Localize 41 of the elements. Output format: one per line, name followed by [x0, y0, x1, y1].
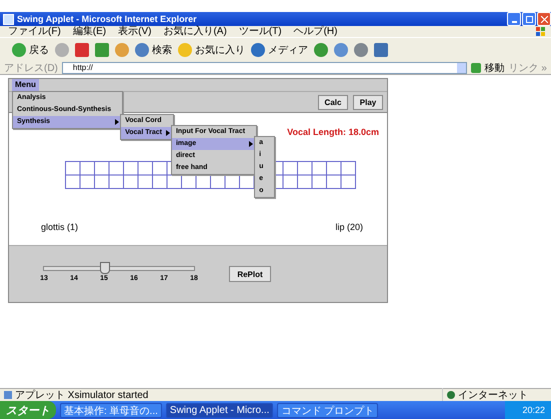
toolbar-icon[interactable] — [115, 43, 129, 57]
window-title: Swing Applet - Microsoft Internet Explorer — [17, 14, 197, 24]
toolbar-label[interactable]: 戻る — [29, 43, 49, 57]
go-button[interactable]: 移動 — [484, 61, 505, 75]
taskbar-button[interactable]: 基本操作: 単母音の... — [60, 402, 162, 418]
menu-item[interactable]: ツール(T) — [238, 26, 282, 37]
taskbar-button[interactable]: Swing Applet - Micro... — [166, 402, 274, 418]
slider-thumb[interactable] — [100, 262, 110, 274]
toolbar-icon[interactable] — [251, 43, 265, 57]
toolbar-label[interactable]: メディア — [268, 43, 308, 57]
menu-item[interactable]: ファイル(F) — [8, 26, 61, 37]
toolbar-icon[interactable] — [334, 43, 348, 57]
menu-item[interactable]: お気に入り(A) — [163, 26, 227, 37]
taskbar-button[interactable]: コマンド プロンプト — [277, 402, 378, 418]
vocal-length-text: Vocal Length: 18.0cm — [287, 127, 379, 137]
address-label: アドレス(D) — [4, 62, 58, 75]
lip-label: lip (20) — [335, 222, 363, 232]
toolbar-icon[interactable] — [314, 43, 328, 57]
menu-item[interactable]: ヘルプ(H) — [294, 26, 338, 37]
toolbar-label[interactable]: お気に入り — [195, 43, 245, 57]
toolbar-icon[interactable] — [55, 43, 69, 57]
zone-text: インターネット — [458, 389, 528, 402]
close-icon[interactable] — [537, 12, 551, 26]
menu-item[interactable]: 表示(V) — [118, 26, 152, 37]
toolbar-icon[interactable] — [354, 43, 368, 57]
clock-text: 20:22 — [522, 405, 545, 415]
toolbar-label[interactable]: 検索 — [152, 43, 172, 57]
address-field[interactable]: http:// — [62, 62, 467, 74]
restore-icon[interactable] — [522, 12, 536, 26]
menu-item[interactable]: 編集(E) — [72, 26, 106, 37]
glottis-label: glottis (1) — [41, 222, 78, 232]
status-text: アプレット Xsimulator started — [15, 388, 148, 402]
applet-button[interactable]: Calc — [318, 94, 348, 110]
toolbar-icon[interactable] — [135, 43, 149, 57]
windows-logo-icon — [536, 27, 545, 36]
applet-button[interactable]: Play — [353, 94, 383, 110]
menu-button[interactable]: Menu — [12, 79, 39, 91]
minimize-icon[interactable] — [507, 12, 521, 26]
replot-button[interactable]: RePlot — [229, 266, 271, 282]
dropdown-icon[interactable] — [456, 63, 466, 73]
toolbar-icon[interactable] — [12, 43, 26, 57]
